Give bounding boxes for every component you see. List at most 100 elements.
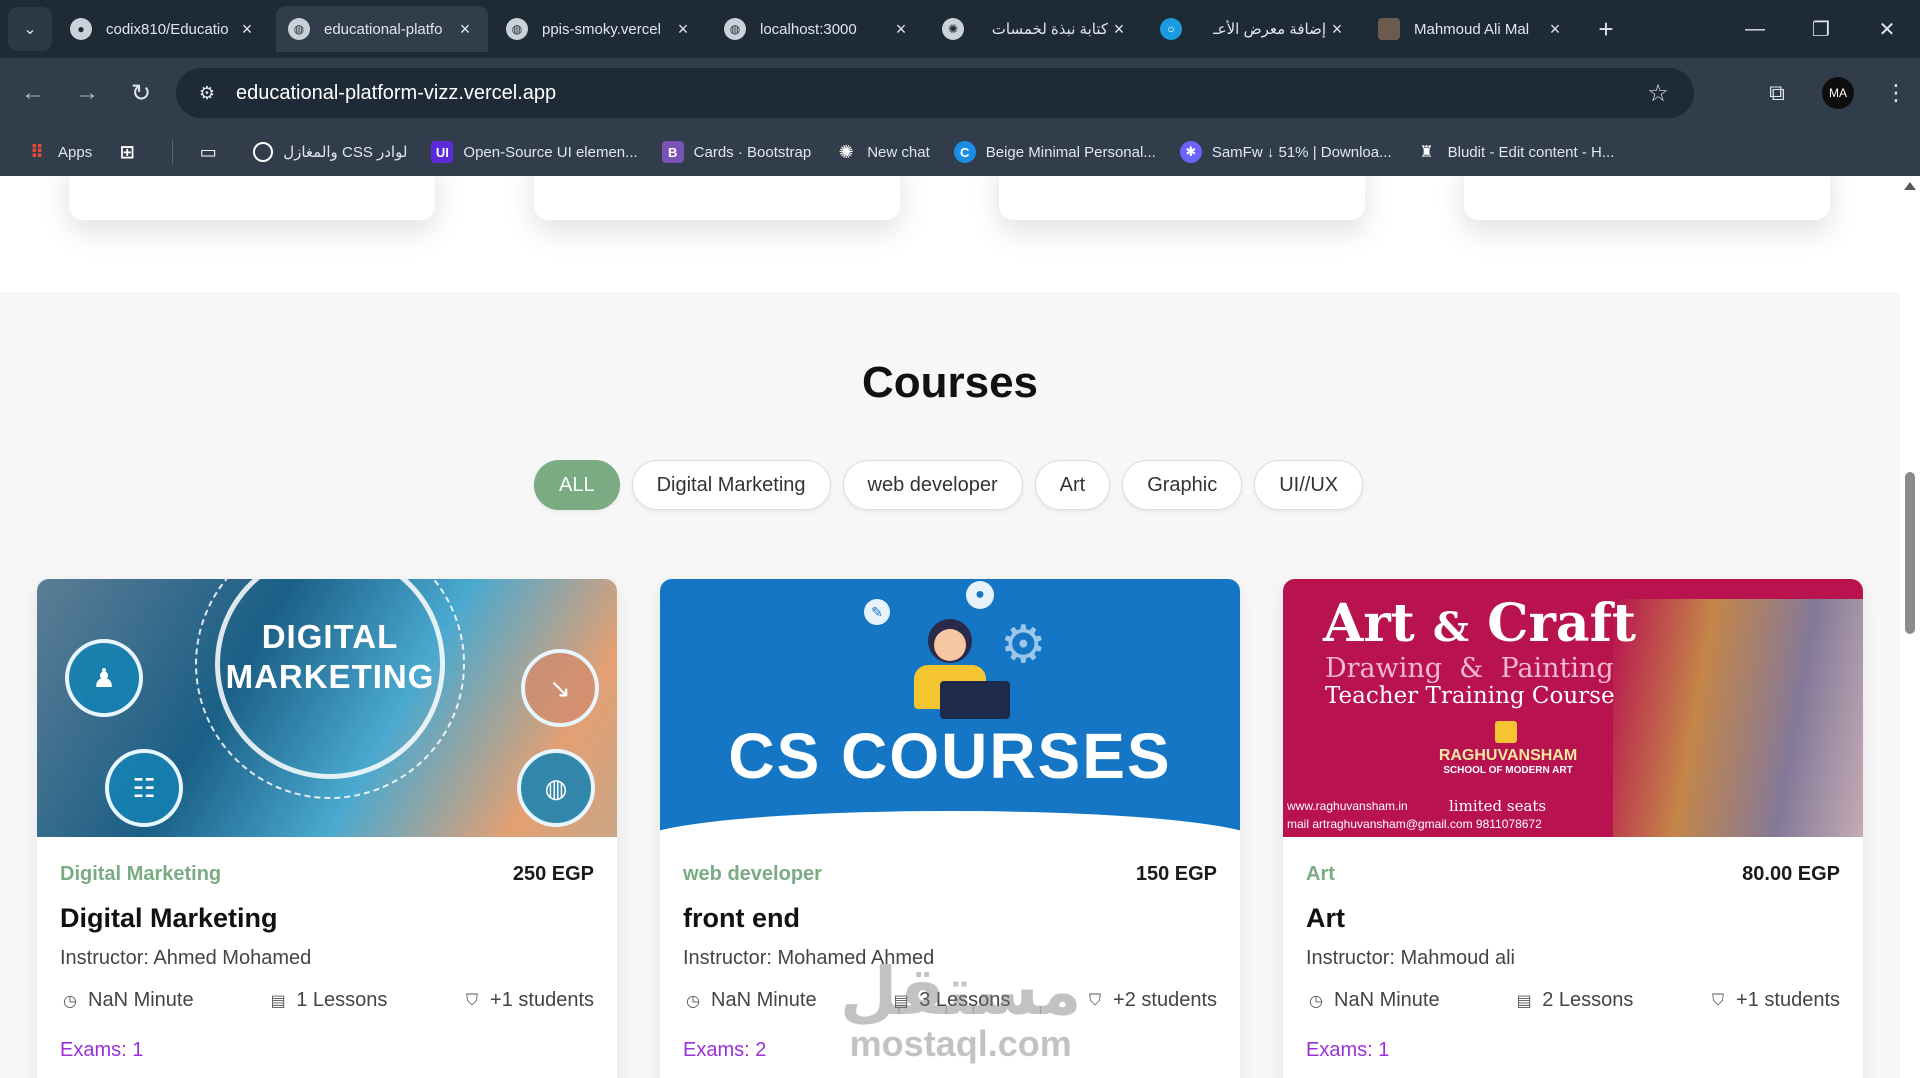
bookmark-label: New chat	[867, 143, 930, 161]
tab-6[interactable]: Mahmoud Ali Mal ×	[1366, 6, 1578, 52]
bookmark-css-loaders[interactable]: لوادر CSS والمغازل	[253, 142, 407, 162]
bookmark-tab-groups[interactable]: ⊞	[116, 141, 148, 163]
tab-4[interactable]: ✺ كتابة نبذة لخمسات ×	[930, 6, 1142, 52]
filter-graphic[interactable]: Graphic	[1122, 460, 1243, 510]
tab-5[interactable]: ○ إضافة معرض الأعـ ×	[1148, 6, 1360, 52]
course-thumbnail: ⚙ ● ✎ CS COURSES	[660, 579, 1240, 837]
students-value: +1 students	[490, 989, 594, 1011]
bookmark-label: Apps	[58, 143, 93, 161]
thumbnail-text-painting: Painting	[1500, 653, 1614, 684]
filter-web-developer[interactable]: web developer	[842, 460, 1023, 510]
bookmark-apps[interactable]: ⠿ Apps	[26, 141, 92, 163]
bookmark-new-chat[interactable]: ✺ New chat	[835, 141, 930, 163]
stat-card	[1464, 176, 1830, 220]
tab-title: educational-platfo	[324, 20, 443, 38]
students-value: +1 students	[1736, 989, 1840, 1011]
tab-1[interactable]: ◍ educational-platfo ×	[276, 6, 488, 52]
chart-icon: ↘	[521, 649, 599, 727]
watermark-arabic: مستقل	[840, 954, 1082, 1028]
extensions-puzzle-icon[interactable]: ⧉	[1752, 68, 1802, 118]
bookmarks-divider	[172, 140, 174, 164]
bookmark-bludit[interactable]: ♜ Bludit - Edit content - H...	[1416, 141, 1614, 163]
scroll-up-arrow-icon[interactable]	[1904, 182, 1916, 190]
course-title[interactable]: Art	[1306, 903, 1345, 934]
course-title[interactable]: front end	[683, 903, 800, 934]
menu-kebab-icon[interactable]: ⋮	[1876, 68, 1916, 118]
course-exams: Exams: 1	[60, 1039, 144, 1061]
tab-close-icon[interactable]: ×	[1326, 18, 1348, 40]
bookmark-label: Open-Source UI elemen...	[463, 143, 638, 161]
filter-all[interactable]: ALL	[534, 460, 620, 510]
course-meta: Digital Marketing 250 EGP	[60, 863, 594, 886]
mostaql-icon: ○	[1160, 18, 1182, 40]
bookmark-label: SamFw ↓ 51% | Downloa...	[1211, 143, 1392, 161]
page-scrollbar[interactable]	[1900, 176, 1920, 1078]
thumbnail-text-teacher-training: Teacher Training Course	[1325, 683, 1615, 709]
tab-close-icon[interactable]: ×	[672, 18, 694, 40]
restore-icon[interactable]: ❐	[1788, 0, 1854, 58]
tab-close-icon[interactable]: ×	[454, 18, 476, 40]
bookmark-samfw[interactable]: ✱ SamFw ↓ 51% | Downloa...	[1179, 141, 1392, 163]
scrollbar-thumb[interactable]	[1905, 472, 1915, 634]
browser-toolbar: ← → ↻ ⚙ educational-platform-vizz.vercel…	[0, 58, 1920, 128]
course-lessons: ▤ 2 Lessons	[1514, 989, 1634, 1012]
url-text[interactable]: educational-platform-vizz.vercel.app	[236, 82, 1638, 105]
tab-title: codix810/Educatio	[106, 20, 229, 38]
new-tab-plus-icon[interactable]: +	[1586, 9, 1626, 49]
bookmark-canva[interactable]: C Beige Minimal Personal...	[953, 141, 1156, 163]
loader-icon	[253, 142, 274, 162]
course-students: ⛉ +1 students	[462, 989, 594, 1012]
course-meta: web developer 150 EGP	[683, 863, 1217, 886]
tab-close-icon[interactable]: ×	[1544, 18, 1566, 40]
mostaql-watermark: مستقل mostaql.com	[840, 958, 1081, 1062]
bludit-icon: ♜	[1419, 144, 1434, 161]
thumbnail-text-school: RAGHUVANSHAM	[1438, 747, 1578, 764]
thumbnail-text-art: Art	[1323, 593, 1415, 654]
tab-3[interactable]: ◍ localhost:3000 ×	[712, 6, 924, 52]
bookmark-star-icon[interactable]: ☆	[1638, 73, 1678, 113]
tab-0[interactable]: ● codix810/Educatio ×	[58, 6, 270, 52]
bookmark-bootstrap[interactable]: B Cards · Bootstrap	[661, 141, 811, 163]
uiverse-icon: UI	[431, 141, 454, 163]
bookmark-folder[interactable]: ▭	[197, 141, 229, 163]
back-arrow-icon[interactable]: ←	[8, 68, 58, 118]
thumbnail-text-craft: Craft	[1487, 593, 1636, 654]
close-window-icon[interactable]: ✕	[1854, 0, 1920, 58]
lessons-icon: ▤	[1516, 992, 1532, 1010]
folder-icon: ▭	[199, 141, 217, 162]
forward-arrow-icon[interactable]: →	[62, 68, 112, 118]
site-settings-icon[interactable]: ⚙	[192, 78, 222, 108]
duration-value: NaN Minute	[88, 989, 194, 1011]
course-title[interactable]: Digital Marketing	[60, 903, 278, 934]
tab-search-chevron-down-icon[interactable]: ⌄	[8, 7, 52, 51]
course-card[interactable]: Art & Craft Drawing & Painting Teacher T…	[1283, 579, 1863, 1078]
filter-art[interactable]: Art	[1034, 460, 1111, 510]
globe-icon: ◍	[506, 18, 528, 40]
thumbnail-text-drawing: Drawing	[1325, 653, 1443, 684]
students-value: +2 students	[1113, 989, 1217, 1011]
meeting-icon: ☷	[105, 749, 183, 827]
thumbnail-text-contact: mail artraghuvansham@gmail.com 981107867…	[1287, 817, 1542, 831]
stat-card	[534, 176, 900, 220]
github-icon: ●	[70, 18, 92, 40]
course-card[interactable]: ♟ ☷ ◍ ↘ DIGITAL MARKETING Digital Market…	[37, 579, 617, 1078]
profile-avatar[interactable]: MA	[1822, 77, 1854, 109]
bookmark-uiverse[interactable]: UI Open-Source UI elemen...	[431, 141, 638, 163]
tab-close-icon[interactable]: ×	[890, 18, 912, 40]
course-duration: ◷ NaN Minute	[683, 989, 817, 1012]
course-price: 150 EGP	[1135, 863, 1217, 885]
globe-icon: ◍	[288, 18, 310, 40]
filter-ui-ux[interactable]: UI//UX	[1254, 460, 1364, 510]
tab-title: Mahmoud Ali Mal	[1414, 20, 1530, 38]
reload-icon[interactable]: ↻	[116, 68, 166, 118]
painter-illustration	[1613, 599, 1863, 837]
page-viewport: Courses ALL Digital Marketing web develo…	[0, 176, 1900, 1078]
avatar-icon	[1378, 18, 1400, 40]
minimize-icon[interactable]: —	[1722, 0, 1788, 58]
tab-2[interactable]: ◍ ppis-smoky.vercel ×	[494, 6, 706, 52]
filter-digital-marketing[interactable]: Digital Marketing	[631, 460, 831, 510]
tab-close-icon[interactable]: ×	[236, 18, 258, 40]
address-bar[interactable]: ⚙ educational-platform-vizz.vercel.app ☆	[176, 68, 1694, 118]
tab-close-icon[interactable]: ×	[1108, 18, 1130, 40]
course-category: web developer	[683, 863, 822, 885]
